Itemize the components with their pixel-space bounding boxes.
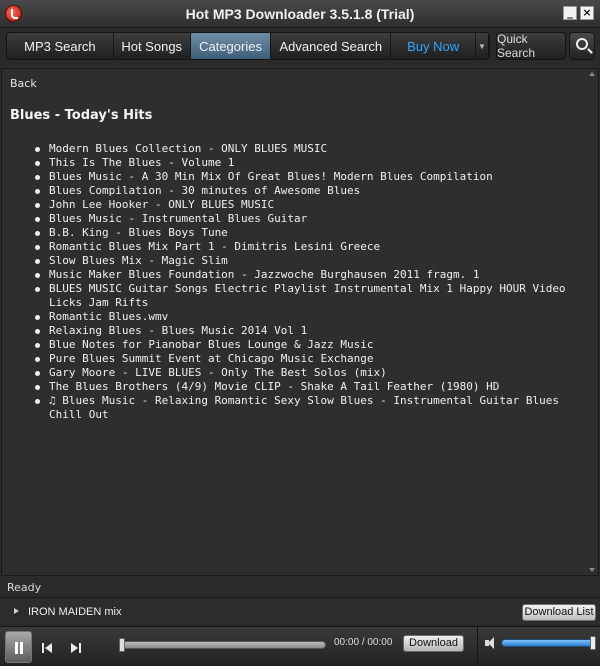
divider (0, 597, 600, 598)
tab-hot-songs[interactable]: Hot Songs (114, 33, 191, 59)
list-item[interactable]: John Lee Hooker - ONLY BLUES MUSIC (35, 198, 579, 212)
status-text: Ready (7, 581, 42, 594)
tab-strip: MP3 Search Hot Songs Categories Advanced… (6, 32, 490, 60)
list-item[interactable]: Gary Moore - LIVE BLUES - Only The Best … (35, 366, 579, 380)
hits-list: Modern Blues Collection - ONLY BLUES MUS… (35, 142, 579, 422)
minimize-button[interactable]: _ (563, 6, 577, 20)
category-content-panel: Back Blues - Today's Hits Modern Blues C… (1, 68, 599, 576)
nav-bar: MP3 Search Hot Songs Categories Advanced… (0, 28, 600, 64)
list-item[interactable]: Blues Music - A 30 Min Mix Of Great Blue… (35, 170, 579, 184)
list-item[interactable]: Relaxing Blues - Blues Music 2014 Vol 1 (35, 324, 579, 338)
player-bar: 00:00 / 00:00 Download (0, 626, 600, 666)
list-item[interactable]: Music Maker Blues Foundation - Jazzwoche… (35, 268, 579, 282)
back-link[interactable]: Back (10, 77, 37, 90)
divider (477, 627, 478, 666)
previous-icon (42, 643, 44, 653)
volume-slider[interactable] (501, 636, 596, 650)
scroll-down-icon[interactable] (589, 568, 595, 572)
next-arrow-icon (71, 643, 78, 653)
download-list-button[interactable]: Download List (522, 604, 596, 621)
vertical-scrollbar[interactable] (588, 70, 597, 574)
previous-arrow-icon (45, 643, 52, 653)
search-icon (576, 38, 588, 50)
list-item[interactable]: Romantic Blues.wmv (35, 310, 579, 324)
tab-mp3-search[interactable]: MP3 Search (7, 33, 114, 59)
volume-handle[interactable] (590, 636, 596, 650)
tab-categories[interactable]: Categories (190, 33, 272, 59)
list-item[interactable]: Slow Blues Mix - Magic Slim (35, 254, 579, 268)
tab-buy-now[interactable]: Buy Now (391, 33, 475, 59)
list-item[interactable]: B.B. King - Blues Boys Tune (35, 226, 579, 240)
category-heading: Blues - Today's Hits (10, 108, 153, 123)
pause-button[interactable] (5, 631, 32, 663)
next-track-button[interactable] (63, 631, 90, 663)
close-button[interactable]: × (580, 6, 594, 20)
seek-slider[interactable] (119, 638, 326, 652)
window-title: Hot MP3 Downloader 3.5.1.8 (Trial) (185, 6, 415, 22)
list-item[interactable]: Blues Music - Instrumental Blues Guitar (35, 212, 579, 226)
list-item[interactable]: BLUES MUSIC Guitar Songs Electric Playli… (35, 282, 579, 310)
chevron-down-icon[interactable]: ▼ (475, 33, 489, 59)
seek-handle[interactable] (119, 638, 125, 652)
now-playing-track: IRON MAIDEN mix (28, 606, 122, 618)
download-button[interactable]: Download (403, 635, 464, 652)
list-item[interactable]: Modern Blues Collection - ONLY BLUES MUS… (35, 142, 579, 156)
list-item[interactable]: Romantic Blues Mix Part 1 - Dimitris Les… (35, 240, 579, 254)
list-item[interactable]: The Blues Brothers (4/9) Movie CLIP - Sh… (35, 380, 579, 394)
now-playing-row: IRON MAIDEN mix Download List (0, 600, 600, 624)
speaker-icon[interactable] (485, 637, 497, 649)
play-indicator-icon (14, 608, 19, 614)
next-icon (79, 643, 81, 653)
list-item[interactable]: Blues Compilation - 30 minutes of Awesom… (35, 184, 579, 198)
title-bar: Hot MP3 Downloader 3.5.1.8 (Trial) _ × (0, 0, 600, 28)
quick-search-field[interactable]: Quick Search (496, 32, 566, 60)
list-item[interactable]: This Is The Blues - Volume 1 (35, 156, 579, 170)
time-readout: 00:00 / 00:00 (334, 637, 393, 648)
previous-track-button[interactable] (36, 631, 63, 663)
tab-advanced-search[interactable]: Advanced Search (271, 33, 392, 59)
list-item[interactable]: Pure Blues Summit Event at Chicago Music… (35, 352, 579, 366)
quick-search-button[interactable] (569, 32, 595, 60)
list-item[interactable]: ♫ Blues Music - Relaxing Romantic Sexy S… (35, 394, 579, 422)
list-item[interactable]: Blue Notes for Pianobar Blues Lounge & J… (35, 338, 579, 352)
scroll-up-icon[interactable] (589, 72, 595, 76)
